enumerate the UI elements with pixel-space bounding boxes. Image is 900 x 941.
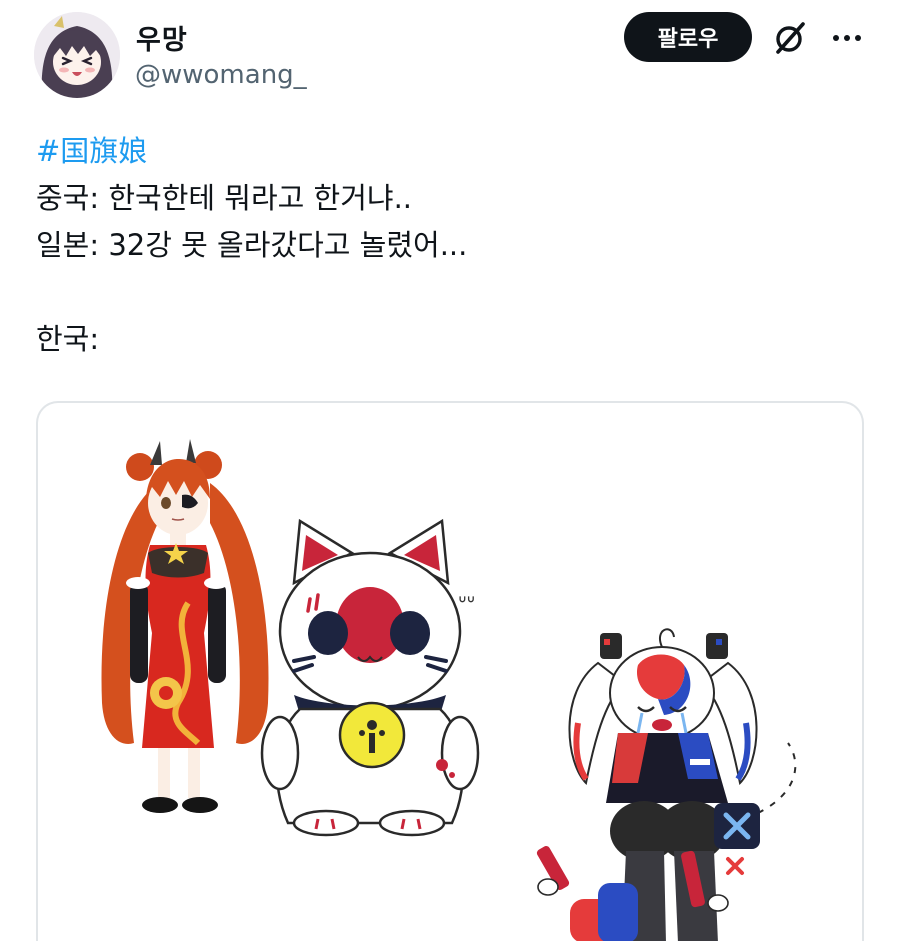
follow-button[interactable]: 팔로우 [624,12,752,62]
avatar-icon [34,12,120,98]
tweet-line-2: 일본: 32강 못 올라갔다고 놀렸어... [36,228,468,262]
hashtag-link[interactable]: #国旗娘 [36,128,856,175]
tweet-text: #国旗娘 중국: 한국한테 뭐라고 한거냐.. 일본: 32강 못 올라갔다고 … [36,128,856,363]
annotation-text: ᐡᐡ [458,592,475,617]
tweet-line-4: 한국: [36,322,100,356]
tweet-header: 우망 @wwomang_ 팔로우 [34,12,874,102]
display-name[interactable]: 우망 [136,18,188,57]
tweet-line-3 [36,269,856,316]
character-china [101,439,269,813]
avatar[interactable] [34,12,120,98]
illustration-image: ᐡᐡ [101,439,803,941]
tweet-media[interactable]: ᐡᐡ [36,401,864,941]
tweet-line-1: 중국: 한국한테 뭐라고 한거냐.. [36,181,413,215]
character-japan [260,518,480,837]
grok-icon[interactable] [772,20,808,56]
character-korea [536,628,803,941]
user-handle[interactable]: @wwomang_ [135,60,307,90]
more-icon[interactable] [830,24,864,52]
